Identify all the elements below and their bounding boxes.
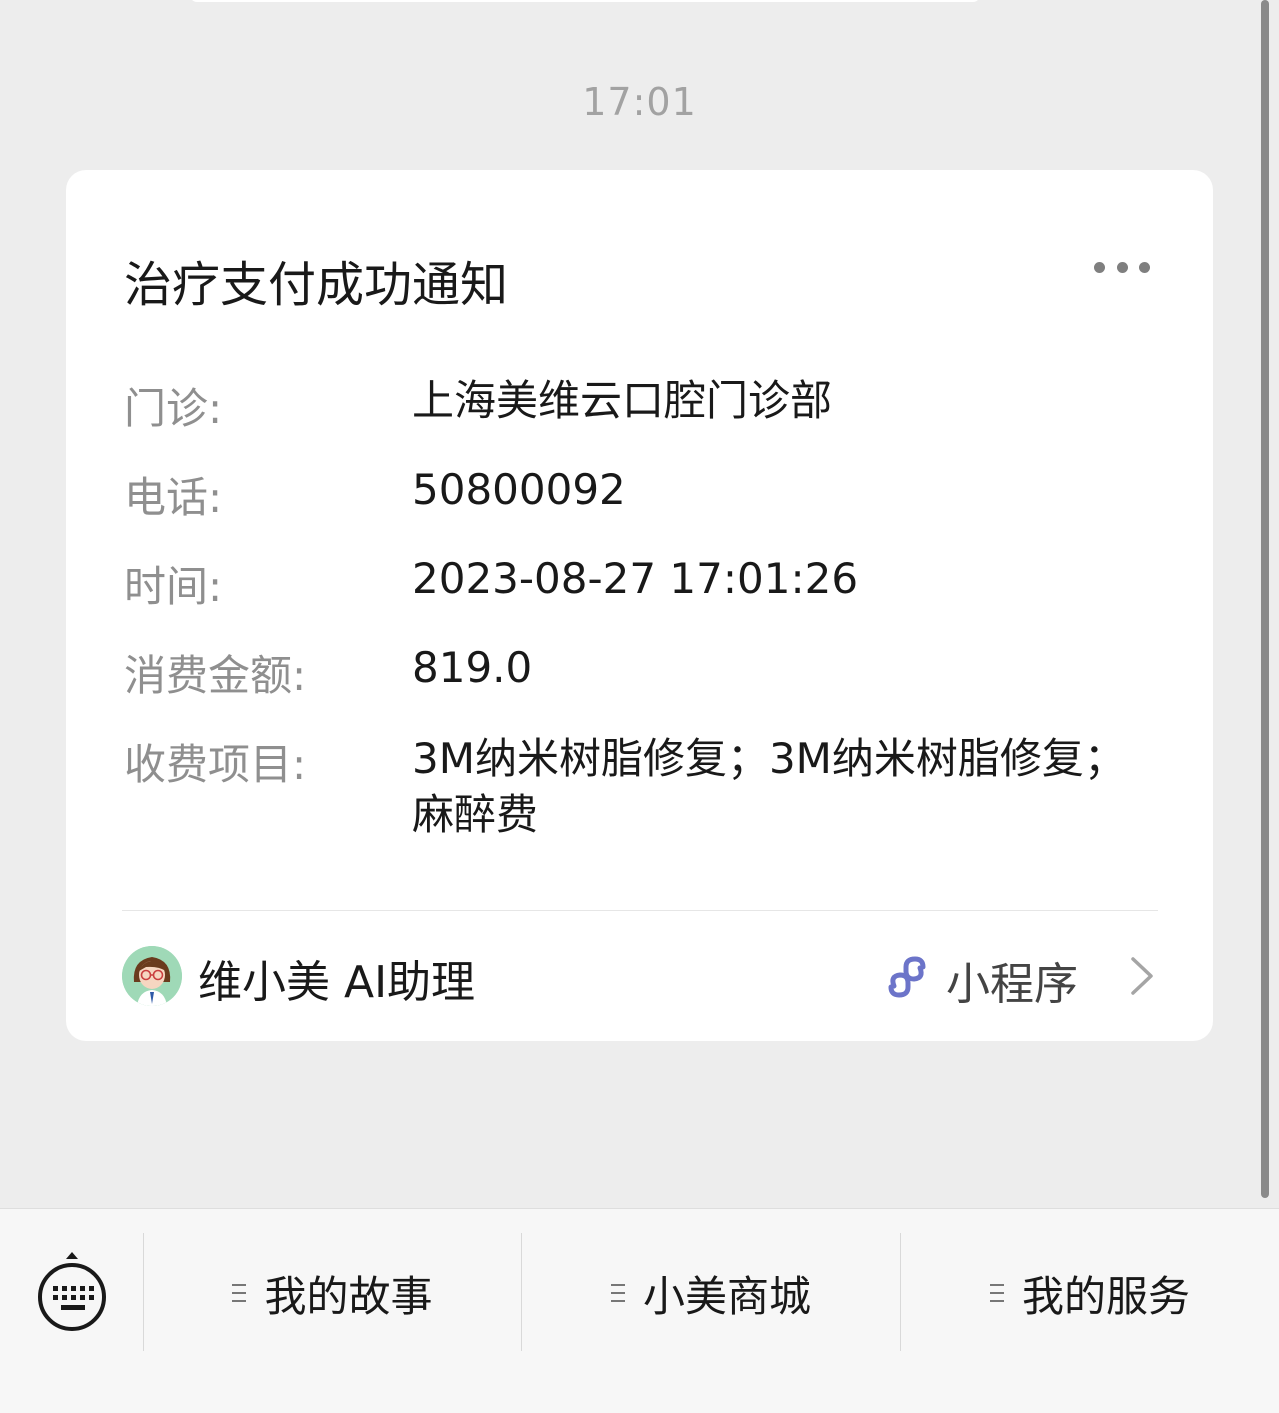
field-label-clinic: 门诊: bbox=[124, 384, 223, 433]
avatar bbox=[122, 946, 182, 1006]
field-value-items: 3M纳米树脂修复；3M纳米树脂修复；麻醉费 bbox=[412, 734, 1126, 839]
field-value-phone: 50800092 bbox=[412, 465, 626, 514]
menu-lines-icon bbox=[610, 1284, 625, 1302]
more-dots-icon[interactable] bbox=[1094, 260, 1150, 274]
more-dot bbox=[1094, 261, 1105, 273]
field-label-time: 时间: bbox=[124, 562, 223, 611]
keyboard-icon[interactable] bbox=[34, 1251, 110, 1335]
menu-lines-icon bbox=[989, 1284, 1004, 1302]
more-dot bbox=[1139, 261, 1150, 273]
bottom-menu-bar: 我的故事 小美商城 我的服务 bbox=[0, 1208, 1279, 1413]
field-value-amount: 819.0 bbox=[412, 643, 533, 692]
field-label-amount: 消费金额: bbox=[124, 651, 307, 700]
account-name[interactable]: 维小美 AI助理 bbox=[198, 946, 475, 1010]
more-dot bbox=[1116, 261, 1128, 273]
previous-message-bubble-edge bbox=[190, 0, 980, 2]
menu-item-label: 小美商城 bbox=[642, 1271, 811, 1321]
mini-program-link-icon bbox=[888, 956, 926, 998]
card-divider bbox=[122, 910, 1158, 911]
chevron-right-icon[interactable] bbox=[1126, 956, 1156, 996]
field-label-phone: 电话: bbox=[124, 473, 223, 522]
menu-item-label: 我的故事 bbox=[264, 1271, 433, 1321]
menu-item-my-story[interactable]: 我的故事 bbox=[144, 1261, 521, 1325]
payment-notification-card[interactable]: 治疗支付成功通知 门诊: 上海美维云口腔门诊部 电话: 50800092 时间:… bbox=[66, 170, 1213, 1041]
menu-item-mall[interactable]: 小美商城 bbox=[522, 1261, 900, 1325]
menu-item-label: 我的服务 bbox=[1021, 1271, 1190, 1321]
scrollbar[interactable] bbox=[1261, 0, 1269, 1198]
menu-lines-icon bbox=[232, 1284, 247, 1302]
field-value-time: 2023-08-27 17:01:26 bbox=[412, 554, 859, 603]
mini-program-label[interactable]: 小程序 bbox=[946, 948, 1078, 1012]
menu-item-my-service[interactable]: 我的服务 bbox=[901, 1261, 1279, 1325]
card-title: 治疗支付成功通知 bbox=[124, 257, 509, 313]
field-label-items: 收费项目: bbox=[124, 740, 307, 789]
message-timestamp: 17:01 bbox=[582, 80, 697, 124]
field-value-clinic: 上海美维云口腔门诊部 bbox=[412, 376, 833, 425]
